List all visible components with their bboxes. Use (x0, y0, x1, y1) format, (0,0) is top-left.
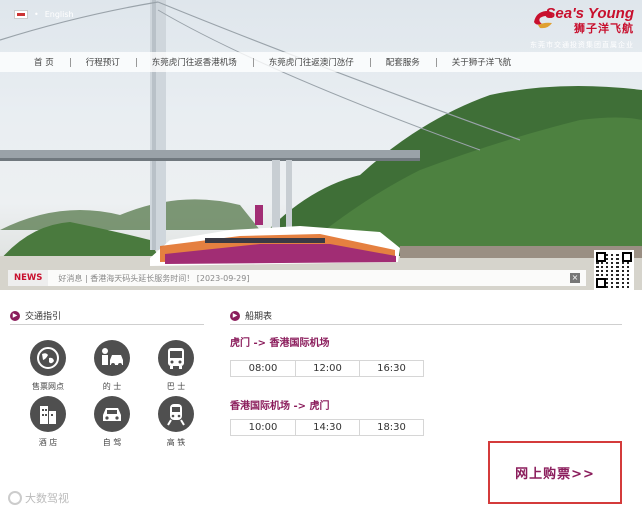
nav-about[interactable]: 关于狮子洋飞航 (435, 56, 528, 68)
route-title-hk-airport-to-humen: 香港国际机场 -> 虎门 (230, 401, 330, 412)
bus-icon (158, 340, 194, 376)
bullet-icon: ▶ (230, 310, 240, 321)
departure-time: 12:00 (295, 361, 359, 376)
car-icon (94, 396, 130, 432)
brand-logo[interactable]: Sea's Young 狮子洋飞航 东莞市交通投资集团直属企业 (530, 6, 634, 50)
transport-bus[interactable]: 巴 士 (146, 340, 206, 392)
news-label: NEWS (8, 270, 49, 286)
transport-self-drive[interactable]: 自 驾 (82, 396, 142, 448)
watermark-logo-icon (8, 491, 22, 505)
train-icon (158, 396, 194, 432)
nav-macau-taipa-route[interactable]: 东莞虎门往返澳门氹仔 (252, 56, 370, 68)
transport-high-speed-rail[interactable]: 高 铁 (146, 396, 206, 448)
lion-logo-icon (534, 11, 553, 29)
hero-banner: • English Sea's Young 狮子洋飞航 东莞市交通投资集团直属企… (0, 0, 642, 290)
close-icon[interactable]: × (570, 273, 580, 283)
watermark: 大数驾视 (8, 490, 69, 506)
nav-home[interactable]: 首 页 (18, 56, 70, 68)
bullet-icon: ▶ (10, 310, 20, 321)
building-icon (30, 396, 66, 432)
departure-time: 18:30 (359, 420, 423, 435)
language-switch[interactable]: • English (14, 10, 74, 19)
departure-time: 14:30 (295, 420, 359, 435)
schedule-heading: ▶ 船期表 (230, 309, 272, 322)
route-title-humen-to-hk-airport: 虎门 -> 香港国际机场 (230, 338, 330, 349)
flag-icon (14, 10, 28, 19)
transport-guide-heading: ▶ 交通指引 (10, 309, 61, 322)
qr-code (594, 250, 634, 290)
logo-subtitle: 东莞市交通投资集团直属企业 (530, 41, 634, 49)
buy-tickets-online-button[interactable]: 网上购票>> (488, 441, 622, 504)
taxi-person-icon (94, 340, 130, 376)
route-times-humen-to-hk-airport: 08:00 12:00 16:30 (230, 360, 424, 377)
transport-hotel[interactable]: 酒 店 (18, 396, 78, 448)
nav-services[interactable]: 配套服务 (369, 56, 436, 68)
departure-time: 08:00 (248, 363, 278, 374)
transport-ticket-outlets[interactable]: 售票网点 (18, 340, 78, 392)
route-times-hk-airport-to-humen: 10:00 14:30 18:30 (230, 419, 424, 436)
language-english-link[interactable]: English (45, 10, 74, 19)
buy-tickets-label: 网上购票>> (515, 467, 595, 482)
departure-time: 16:30 (359, 361, 423, 376)
main-nav: 首 页 行程预订 东莞虎门往返香港机场 东莞虎门往返澳门氹仔 配套服务 关于狮子… (0, 52, 642, 72)
divider (230, 324, 622, 325)
globe-icon (30, 340, 66, 376)
logo-english-name: Sea's Young (545, 5, 634, 22)
departure-time: 10:00 (248, 422, 278, 433)
nav-booking[interactable]: 行程预订 (69, 56, 136, 68)
transport-taxi[interactable]: 的 士 (82, 340, 142, 392)
news-headline-link[interactable]: 好消息 | 香港海天码头延长服务时间！ [2023-09-29] (58, 273, 249, 284)
divider (10, 324, 204, 325)
logo-chinese-name: 狮子洋飞航 (574, 22, 634, 35)
news-ticker: NEWS 好消息 | 香港海天码头延长服务时间！ [2023-09-29] × (8, 270, 586, 286)
nav-hk-airport-route[interactable]: 东莞虎门往返香港机场 (135, 56, 253, 68)
